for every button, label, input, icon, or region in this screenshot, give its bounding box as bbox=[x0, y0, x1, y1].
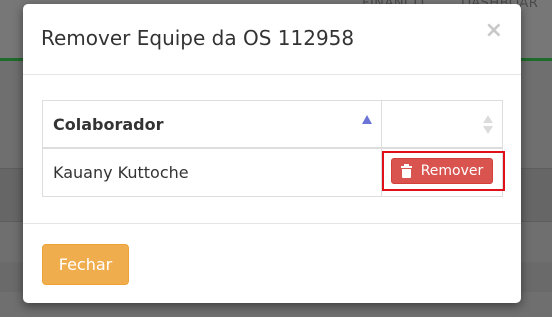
modal-title: Remover Equipe da OS 112958 bbox=[41, 26, 355, 50]
modal-header: Remover Equipe da OS 112958 × bbox=[23, 4, 521, 75]
team-table: Colaborador Kauany Kuttoche Remover bbox=[42, 100, 505, 197]
close-icon[interactable]: × bbox=[485, 20, 503, 42]
fechar-button[interactable]: Fechar bbox=[42, 244, 129, 285]
column-header-actions[interactable] bbox=[381, 100, 503, 149]
actions-cell: Remover bbox=[381, 147, 505, 197]
remove-button-label: Remover bbox=[420, 163, 484, 179]
remove-button[interactable]: Remover bbox=[391, 158, 493, 184]
remove-team-modal: Remover Equipe da OS 112958 × Colaborado… bbox=[23, 4, 521, 303]
modal-body: Colaborador Kauany Kuttoche Remover bbox=[23, 75, 521, 223]
sort-both-icon[interactable] bbox=[483, 115, 493, 135]
trash-icon bbox=[400, 163, 412, 178]
colaborador-name-cell: Kauany Kuttoche bbox=[42, 147, 382, 197]
table-row: Kauany Kuttoche Remover bbox=[42, 147, 505, 197]
modal-footer: Fechar bbox=[23, 223, 521, 304]
column-header-label: Colaborador bbox=[53, 114, 164, 134]
column-header-colaborador[interactable]: Colaborador bbox=[42, 100, 382, 149]
table-header-row: Colaborador bbox=[42, 100, 503, 149]
sort-ascending-icon[interactable] bbox=[362, 115, 372, 124]
